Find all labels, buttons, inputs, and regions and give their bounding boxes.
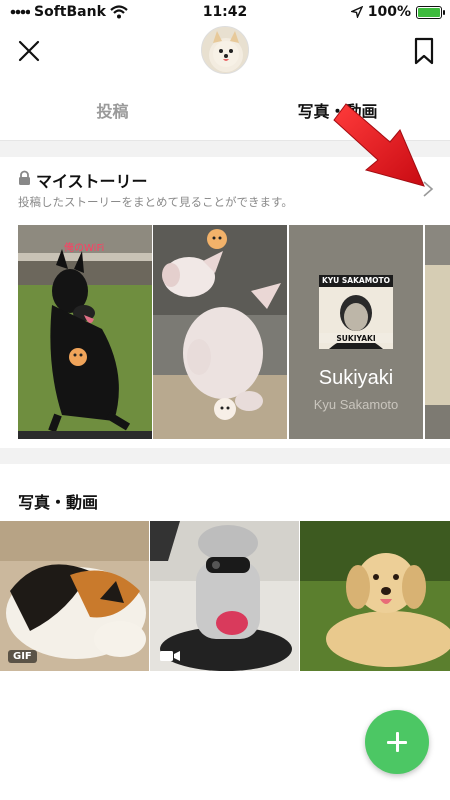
close-icon[interactable] bbox=[14, 36, 44, 66]
status-bar: SoftBank 11:42 100% bbox=[0, 0, 450, 26]
video-camera-icon bbox=[160, 651, 180, 661]
pomeranian-avatar-image bbox=[202, 27, 248, 73]
song-artist: Kyu Sakamoto bbox=[313, 397, 399, 412]
location-arrow-icon bbox=[350, 6, 363, 18]
annotation-arrow-icon bbox=[333, 103, 425, 187]
story-card[interactable] bbox=[425, 225, 450, 439]
photos-videos-title: 写真・動画 bbox=[18, 493, 99, 512]
header bbox=[0, 26, 450, 80]
calico-cat-photo bbox=[0, 521, 149, 671]
album-label-top: KYU SAKAMOTO bbox=[321, 276, 391, 285]
photo-item[interactable]: GIF bbox=[0, 521, 149, 671]
story-card[interactable] bbox=[153, 225, 287, 439]
add-post-button[interactable] bbox=[365, 710, 429, 774]
photo-item[interactable] bbox=[150, 521, 299, 671]
avatar[interactable] bbox=[201, 26, 249, 74]
album-label-bottom: SUKIYAKI bbox=[336, 334, 376, 343]
story-card[interactable]: 俺のWiFi bbox=[18, 225, 152, 439]
tab-posts[interactable]: 投稿 bbox=[0, 92, 225, 132]
song-title: Sukiyaki bbox=[318, 367, 394, 389]
golden-retriever-puppy-photo bbox=[300, 521, 450, 671]
my-story-subtitle: 投稿したストーリーをまとめて見ることができます。 bbox=[18, 195, 293, 209]
section-divider bbox=[0, 448, 450, 464]
photo-item[interactable] bbox=[300, 521, 450, 671]
plush-pig-photo bbox=[153, 225, 287, 439]
my-story-carousel[interactable]: 俺のWiFi KYU SAKAMOTO SUKIYAKI Sukiyaki Ky… bbox=[18, 225, 450, 439]
gif-badge: GIF bbox=[8, 650, 37, 663]
my-story-title: マイストーリー bbox=[36, 172, 148, 191]
partial-story-photo bbox=[425, 225, 450, 439]
battery-percent: 100% bbox=[367, 4, 411, 20]
lock-icon bbox=[19, 170, 30, 185]
svg-text:俺のWiFi: 俺のWiFi bbox=[64, 241, 104, 254]
bookmark-icon[interactable] bbox=[412, 36, 436, 66]
story-card-music[interactable]: KYU SAKAMOTO SUKIYAKI Sukiyaki Kyu Sakam… bbox=[289, 225, 423, 439]
robot-dog-photo bbox=[150, 521, 299, 671]
battery-icon bbox=[416, 5, 445, 19]
status-right: 100% bbox=[350, 4, 445, 20]
black-dog-photo: 俺のWiFi bbox=[18, 225, 152, 439]
